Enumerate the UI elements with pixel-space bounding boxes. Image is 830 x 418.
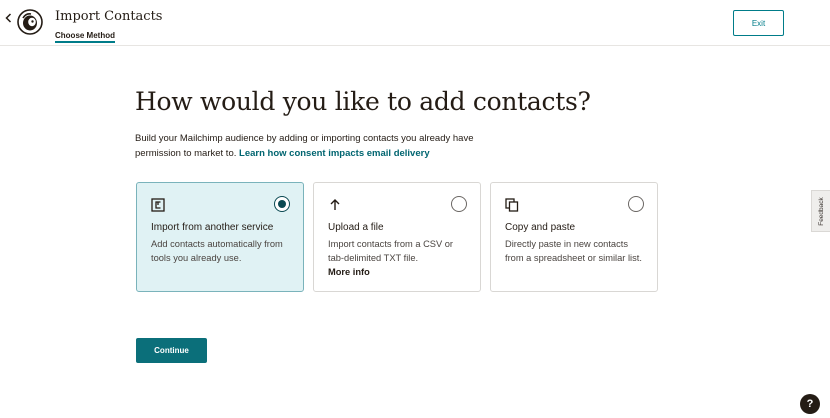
upload-arrow-icon — [330, 199, 340, 210]
option-card-import-service[interactable]: Import from another service Add contacts… — [136, 182, 304, 292]
card-description: Import contacts from a CSV or tab-delimi… — [328, 239, 454, 263]
title-block: Import Contacts Choose Method — [55, 9, 162, 43]
help-button[interactable]: ? — [800, 394, 820, 414]
breadcrumb-choose-method[interactable]: Choose Method — [55, 31, 115, 43]
radio-copy-paste[interactable] — [628, 196, 644, 212]
continue-button[interactable]: Continue — [136, 338, 207, 363]
copy-icon — [505, 198, 519, 212]
card-title: Copy and paste — [505, 222, 576, 233]
card-description: Directly paste in new contacts from a sp… — [505, 239, 642, 263]
option-card-copy-paste[interactable]: Copy and paste Directly paste in new con… — [490, 182, 658, 292]
intro-paragraph: Build your Mailchimp audience by adding … — [135, 131, 495, 161]
page-title: Import Contacts — [55, 9, 163, 24]
top-bar: Import Contacts Choose Method Exit — [0, 0, 830, 46]
card-title: Import from another service — [151, 222, 274, 233]
more-info-link[interactable]: More info — [328, 267, 370, 277]
feedback-tab[interactable]: Feedback — [811, 190, 830, 232]
chevron-left-icon — [4, 13, 11, 23]
mailchimp-logo-icon — [17, 9, 43, 35]
radio-import-service[interactable] — [274, 196, 290, 212]
radio-upload-file[interactable] — [451, 196, 467, 212]
card-title: Upload a file — [328, 222, 384, 233]
import-service-icon — [151, 198, 165, 212]
option-card-upload-file[interactable]: Upload a file Import contacts from a CSV… — [313, 182, 481, 292]
exit-button[interactable]: Exit — [733, 10, 784, 36]
back-button[interactable] — [2, 10, 14, 26]
card-description: Add contacts automatically from tools yo… — [151, 239, 283, 263]
consent-learn-link[interactable]: Learn how consent impacts email delivery — [239, 148, 430, 159]
feedback-label: Feedback — [817, 196, 825, 226]
page-heading: How would you like to add contacts? — [135, 87, 591, 116]
